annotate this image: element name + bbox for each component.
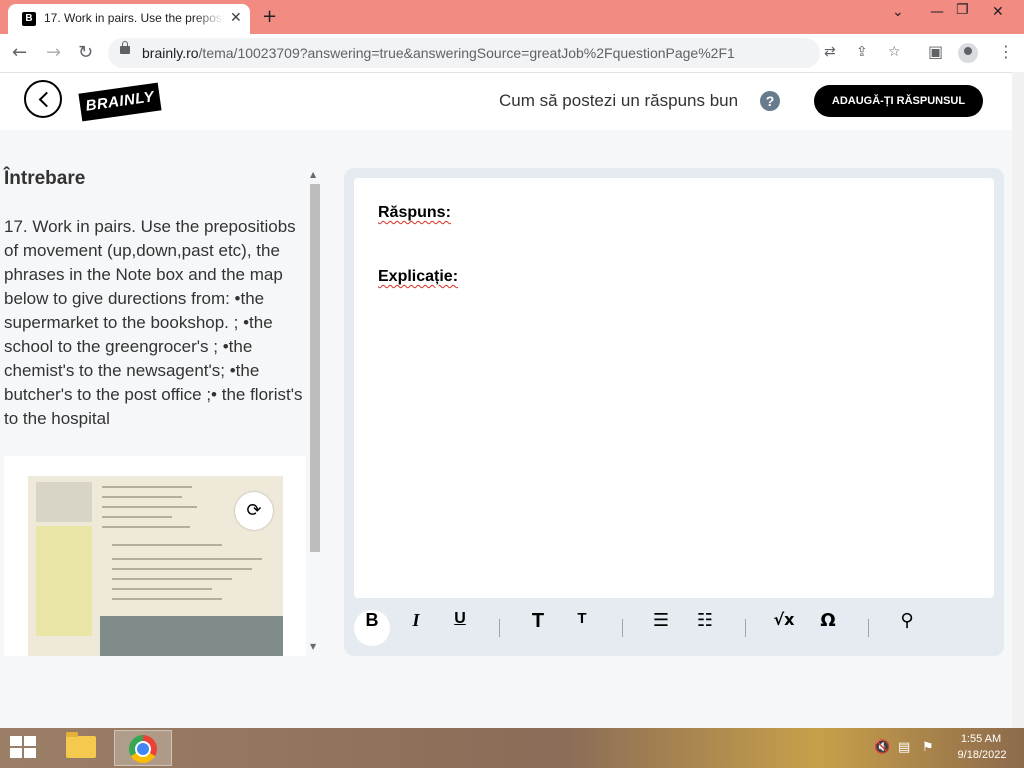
photo-icons-area [36, 482, 92, 522]
howto-link[interactable]: Cum să postezi un răspuns bun [499, 91, 738, 111]
paperclip-icon[interactable]: ⚲ [889, 610, 925, 646]
photo-text-line [102, 506, 197, 508]
clock-time[interactable]: 1:55 AM [958, 733, 1004, 745]
heading-large-button[interactable]: T [520, 610, 556, 646]
photo-map [100, 616, 283, 656]
kebab-menu-icon[interactable]: ⋮ [998, 42, 1014, 61]
help-icon[interactable]: ? [760, 91, 780, 111]
question-heading: Întrebare [4, 168, 86, 189]
share-icon[interactable]: ⇪ [856, 44, 868, 60]
photo-note-box [36, 526, 92, 636]
restore-icon[interactable]: ❐ [956, 2, 969, 18]
photo-text-line [112, 578, 232, 580]
volume-muted-icon[interactable]: 🔇 [874, 740, 890, 755]
url-text[interactable]: brainly.ro/tema/10023709?answering=true&… [142, 45, 735, 61]
tab-title: 17. Work in pairs. Use the prepositiobs [44, 11, 224, 27]
page-scrollbar[interactable] [1012, 72, 1024, 728]
browser-toolbar: ← → ↻ brainly.ro/tema/10023709?answering… [0, 34, 1024, 73]
chrome-icon [129, 735, 157, 763]
file-explorer-icon[interactable] [66, 732, 96, 758]
close-icon[interactable]: ✕ [230, 10, 242, 26]
tab-strip: B 17. Work in pairs. Use the prepositiob… [0, 0, 1024, 34]
arrow-left-icon[interactable]: ← [12, 42, 27, 63]
scroll-down-icon[interactable]: ▼ [310, 642, 316, 651]
toolbar-divider [499, 619, 500, 637]
underline-button[interactable]: U [442, 610, 478, 646]
photo-text-line [102, 496, 182, 498]
browser-tab[interactable]: B 17. Work in pairs. Use the prepositiob… [8, 4, 250, 34]
bullet-list-icon[interactable]: ☷ [687, 610, 723, 646]
photo-text-line [102, 526, 190, 528]
bold-button[interactable]: B [354, 610, 390, 646]
question-text: 17. Work in pairs. Use the prepositiobs … [4, 217, 303, 428]
italic-button[interactable]: I [398, 610, 434, 646]
toolbar-divider [745, 619, 746, 637]
network-icon[interactable]: ▤ [898, 740, 910, 755]
scrollbar-thumb[interactable] [310, 184, 320, 552]
photo-text-line [112, 568, 252, 570]
sidebar-icon[interactable]: ▣ [928, 42, 943, 61]
ordered-list-icon[interactable]: ☰ [643, 610, 679, 646]
url-host: brainly.ro [142, 45, 199, 61]
rotate-image-icon[interactable]: ⟳ [235, 492, 273, 530]
photo-text-line [112, 598, 222, 600]
window-close-icon[interactable]: ✕ [992, 4, 1004, 20]
answer-label: Răspuns: [378, 204, 451, 221]
question-scrollbar[interactable]: ▲ ▼ [308, 170, 322, 656]
question-attachment[interactable]: ⟳ [4, 456, 306, 656]
reload-icon[interactable]: ↻ [78, 42, 93, 63]
minimize-icon[interactable]: — [930, 4, 944, 20]
logo-text: BRAINLY [84, 88, 156, 115]
url-path: /tema/10023709?answering=true&answeringS… [198, 45, 735, 61]
heading-small-button[interactable]: T [564, 610, 600, 646]
translate-icon[interactable]: ⇄ [824, 44, 836, 60]
flag-icon[interactable]: ⚑ [922, 740, 934, 755]
photo-text-line [112, 588, 212, 590]
back-button[interactable] [24, 80, 62, 118]
question-panel: Întrebare 17. Work in pairs. Use the pre… [0, 160, 308, 656]
answer-editor: Răspuns: Explicație: B I U T T ☰ ☷ √x Ω … [344, 168, 1004, 656]
windows-taskbar: 🔇 ▤ ⚑ [0, 728, 1024, 768]
chevron-down-icon[interactable]: ⌄ [892, 4, 904, 20]
brainly-logo[interactable]: BRAINLY [78, 82, 162, 122]
toolbar-divider [868, 619, 869, 637]
photo-text-line [112, 544, 222, 546]
address-bar[interactable]: brainly.ro/tema/10023709?answering=true&… [108, 38, 901, 68]
brainly-favicon-icon: B [22, 12, 36, 26]
photo-text-line [102, 486, 192, 488]
answer-textarea[interactable]: Răspuns: Explicație: [354, 178, 994, 598]
photo-text-line [112, 558, 262, 560]
omega-button[interactable]: Ω [810, 610, 846, 646]
chrome-taskbar-item[interactable] [114, 730, 172, 766]
toolbar-divider [622, 619, 623, 637]
lock-icon[interactable] [120, 41, 130, 54]
profile-icon[interactable] [958, 43, 978, 63]
photo-text-line [102, 516, 172, 518]
windows-start-icon[interactable] [10, 736, 38, 760]
star-icon[interactable]: ☆ [888, 44, 901, 60]
add-answer-button[interactable]: ADAUGĂ-ȚI RĂSPUNSUL [814, 85, 983, 117]
arrow-right-icon[interactable]: → [46, 42, 61, 63]
clock-date[interactable]: 9/18/2022 [952, 749, 1012, 761]
scroll-up-icon[interactable]: ▲ [310, 170, 316, 179]
plus-icon[interactable]: + [262, 6, 277, 27]
sqrt-button[interactable]: √x [766, 610, 802, 646]
explanation-label: Explicație: [378, 268, 459, 285]
